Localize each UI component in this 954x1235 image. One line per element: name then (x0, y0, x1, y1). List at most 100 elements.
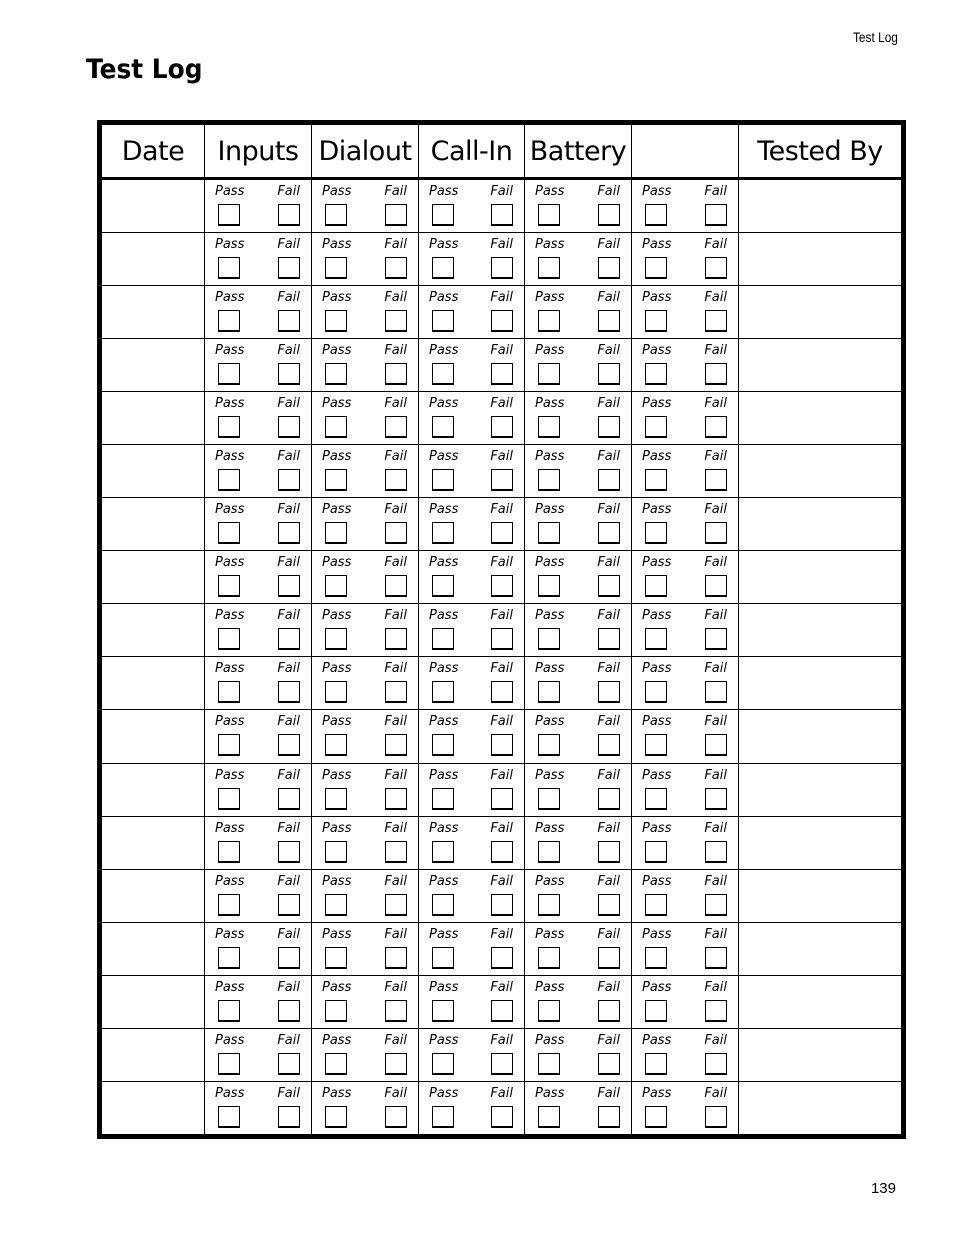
pass-checkbox[interactable] (538, 734, 560, 757)
pass-checkbox[interactable] (218, 840, 240, 863)
pass-checkbox[interactable] (432, 840, 454, 863)
pass-checkbox[interactable] (645, 363, 667, 386)
fail-checkbox[interactable] (598, 257, 620, 280)
date-cell[interactable] (99, 497, 205, 551)
date-cell[interactable] (99, 762, 205, 817)
fail-checkbox[interactable] (598, 416, 620, 439)
fail-checkbox[interactable] (705, 204, 727, 226)
date-cell[interactable] (99, 868, 205, 923)
fail-checkbox[interactable] (491, 204, 513, 226)
fail-checkbox[interactable] (705, 787, 727, 810)
pass-checkbox[interactable] (432, 469, 454, 492)
fail-checkbox[interactable] (598, 628, 620, 651)
date-cell[interactable] (99, 338, 205, 392)
date-cell[interactable] (99, 603, 205, 657)
date-cell[interactable] (99, 550, 205, 604)
tested-by-cell[interactable] (738, 1080, 904, 1137)
pass-checkbox[interactable] (218, 522, 240, 545)
pass-checkbox[interactable] (645, 999, 667, 1022)
fail-checkbox[interactable] (705, 310, 727, 333)
pass-checkbox[interactable] (432, 363, 454, 386)
fail-checkbox[interactable] (598, 310, 620, 333)
pass-checkbox[interactable] (432, 575, 454, 598)
pass-checkbox[interactable] (218, 681, 240, 704)
pass-checkbox[interactable] (645, 310, 667, 333)
pass-checkbox[interactable] (538, 1052, 560, 1075)
fail-checkbox[interactable] (491, 575, 513, 598)
fail-checkbox[interactable] (491, 469, 513, 492)
pass-checkbox[interactable] (432, 416, 454, 439)
tested-by-cell[interactable] (738, 762, 904, 817)
tested-by-cell[interactable] (738, 1027, 904, 1082)
pass-checkbox[interactable] (645, 681, 667, 704)
fail-checkbox[interactable] (491, 257, 513, 280)
pass-checkbox[interactable] (325, 469, 347, 492)
tested-by-cell[interactable] (738, 391, 904, 445)
pass-checkbox[interactable] (432, 257, 454, 280)
pass-checkbox[interactable] (325, 1052, 347, 1075)
fail-checkbox[interactable] (278, 469, 300, 492)
fail-checkbox[interactable] (385, 893, 407, 916)
pass-checkbox[interactable] (432, 628, 454, 651)
date-cell[interactable] (99, 815, 205, 870)
pass-checkbox[interactable] (218, 893, 240, 916)
fail-checkbox[interactable] (705, 575, 727, 598)
pass-checkbox[interactable] (325, 575, 347, 598)
pass-checkbox[interactable] (538, 946, 560, 969)
pass-checkbox[interactable] (325, 893, 347, 916)
tested-by-cell[interactable] (738, 178, 904, 233)
pass-checkbox[interactable] (218, 363, 240, 386)
pass-checkbox[interactable] (432, 999, 454, 1022)
tested-by-cell[interactable] (738, 444, 904, 498)
pass-checkbox[interactable] (645, 1052, 667, 1075)
pass-checkbox[interactable] (218, 257, 240, 280)
fail-checkbox[interactable] (385, 522, 407, 545)
fail-checkbox[interactable] (385, 575, 407, 598)
date-cell[interactable] (99, 921, 205, 976)
fail-checkbox[interactable] (385, 840, 407, 863)
fail-checkbox[interactable] (705, 628, 727, 651)
tested-by-cell[interactable] (738, 285, 904, 339)
pass-checkbox[interactable] (432, 204, 454, 226)
pass-checkbox[interactable] (645, 204, 667, 226)
fail-checkbox[interactable] (705, 522, 727, 545)
pass-checkbox[interactable] (432, 787, 454, 810)
pass-checkbox[interactable] (218, 628, 240, 651)
pass-checkbox[interactable] (645, 787, 667, 810)
pass-checkbox[interactable] (538, 204, 560, 226)
fail-checkbox[interactable] (705, 257, 727, 280)
fail-checkbox[interactable] (278, 946, 300, 969)
fail-checkbox[interactable] (705, 681, 727, 704)
fail-checkbox[interactable] (278, 999, 300, 1022)
date-cell[interactable] (99, 709, 205, 764)
date-cell[interactable] (99, 1027, 205, 1082)
pass-checkbox[interactable] (538, 840, 560, 863)
tested-by-cell[interactable] (738, 709, 904, 764)
pass-checkbox[interactable] (218, 1052, 240, 1075)
pass-checkbox[interactable] (432, 1105, 454, 1128)
fail-checkbox[interactable] (598, 1052, 620, 1075)
pass-checkbox[interactable] (218, 787, 240, 810)
fail-checkbox[interactable] (598, 469, 620, 492)
pass-checkbox[interactable] (538, 999, 560, 1022)
fail-checkbox[interactable] (705, 946, 727, 969)
pass-checkbox[interactable] (325, 204, 347, 226)
pass-checkbox[interactable] (538, 681, 560, 704)
tested-by-cell[interactable] (738, 550, 904, 604)
fail-checkbox[interactable] (705, 734, 727, 757)
fail-checkbox[interactable] (385, 628, 407, 651)
pass-checkbox[interactable] (325, 946, 347, 969)
pass-checkbox[interactable] (538, 257, 560, 280)
fail-checkbox[interactable] (598, 999, 620, 1022)
pass-checkbox[interactable] (432, 522, 454, 545)
date-cell[interactable] (99, 974, 205, 1029)
pass-checkbox[interactable] (538, 893, 560, 916)
pass-checkbox[interactable] (538, 787, 560, 810)
tested-by-cell[interactable] (738, 497, 904, 551)
pass-checkbox[interactable] (218, 204, 240, 226)
fail-checkbox[interactable] (491, 522, 513, 545)
tested-by-cell[interactable] (738, 232, 904, 286)
fail-checkbox[interactable] (598, 946, 620, 969)
pass-checkbox[interactable] (645, 628, 667, 651)
pass-checkbox[interactable] (325, 1105, 347, 1128)
